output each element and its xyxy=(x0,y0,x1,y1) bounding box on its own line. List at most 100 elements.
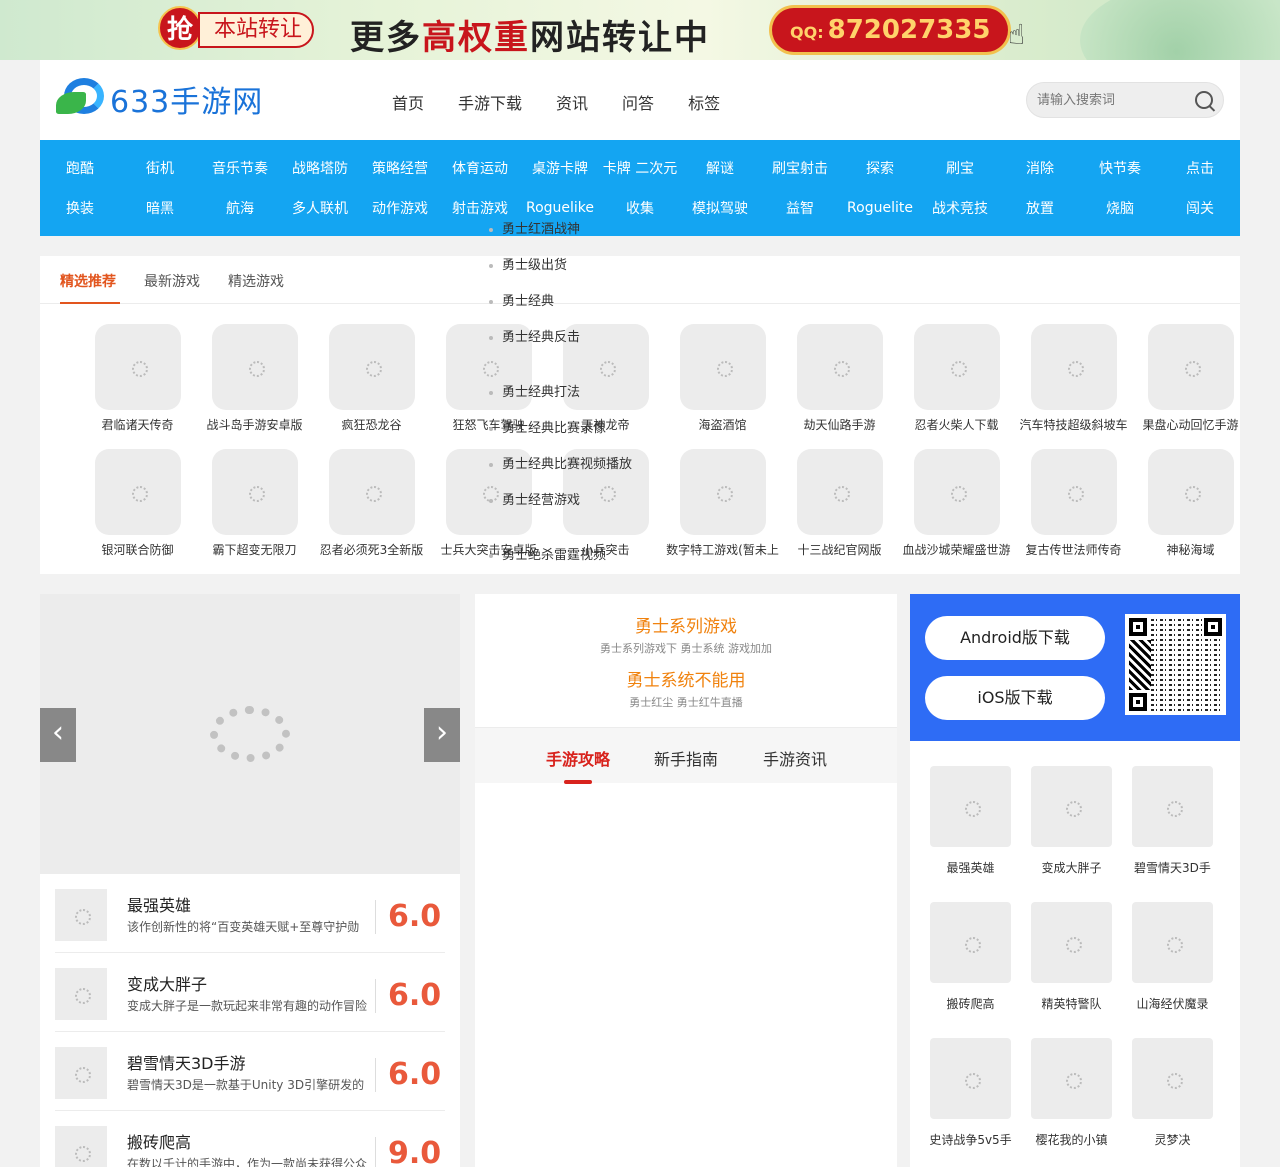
side-game-card[interactable]: 变成大胖子 xyxy=(1021,766,1122,876)
list-item[interactable]: 变成大胖子 变成大胖子是一款玩起来非常有趣的动作冒险 6.0 xyxy=(55,953,445,1032)
game-card[interactable]: 复古传世法师传奇 xyxy=(1015,449,1132,558)
category-link[interactable]: 换装 xyxy=(40,198,120,218)
main-nav: 首页 手游下载 资讯 问答 标签 xyxy=(392,90,754,114)
category-link[interactable]: Roguelite xyxy=(840,200,920,216)
game-card[interactable]: 海盗酒馆 xyxy=(664,324,781,433)
nav-news[interactable]: 资讯 xyxy=(556,90,588,114)
nav-qa[interactable]: 问答 xyxy=(622,90,654,114)
guide-link[interactable]: 勇士经营游戏 xyxy=(489,489,580,508)
game-card[interactable]: 君临诸天传奇 xyxy=(79,324,196,433)
guide-link[interactable]: 勇士经典比赛视频播放 xyxy=(489,453,632,472)
game-title[interactable]: 最强英雄 xyxy=(127,892,191,916)
game-card[interactable]: 十三战纪官网版 xyxy=(781,449,898,558)
game-card[interactable]: 战斗岛手游安卓版 xyxy=(196,324,313,433)
tab-selected[interactable]: 精选游戏 xyxy=(228,271,284,291)
category-link[interactable]: 体育运动 xyxy=(440,158,520,178)
guide-link[interactable]: 勇士经典反击 xyxy=(489,326,580,345)
side-game-card[interactable]: 史诗战争5v5手 xyxy=(920,1038,1021,1148)
list-item[interactable]: 搬砖爬高 在数以千计的手游中，作为一款尚未获得公众 9.0 xyxy=(55,1111,445,1167)
category-link[interactable]: 烧脑 xyxy=(1080,198,1160,218)
side-game-card[interactable]: 最强英雄 xyxy=(920,766,1021,876)
category-link[interactable]: 暗黑 xyxy=(120,198,200,218)
topic-title[interactable]: 勇士系统不能用 xyxy=(475,666,897,691)
ios-download-button[interactable]: iOS版下载 xyxy=(925,676,1105,720)
side-game-card[interactable]: 山海经伏魔录 xyxy=(1122,902,1223,1012)
guide-link[interactable]: 勇士级出货 xyxy=(489,254,567,273)
category-link[interactable]: 街机 xyxy=(120,158,200,178)
category-link[interactable]: 刷宝射击 xyxy=(760,158,840,178)
side-game-card[interactable]: 搬砖爬高 xyxy=(920,902,1021,1012)
banner-qq[interactable]: QQ: 872027335 xyxy=(772,8,1008,52)
list-item[interactable]: 碧雪情天3D手游 碧雪情天3D是一款基于Unity 3D引擎研发的 6.0 xyxy=(55,1032,445,1111)
side-game-card[interactable]: 精英特警队 xyxy=(1021,902,1122,1012)
category-link[interactable]: 放置 xyxy=(1000,198,1080,218)
guide-link[interactable]: 勇士经典比赛录像 xyxy=(489,417,606,436)
topic-subtitle[interactable]: 勇士系列游戏下 勇士系统 游戏加加 xyxy=(475,640,897,656)
game-card[interactable]: 汽车特技超级斜坡车 xyxy=(1015,324,1132,433)
category-link[interactable]: 策略经营 xyxy=(360,158,440,178)
category-link[interactable]: 探索 xyxy=(840,158,920,178)
game-card[interactable]: 疯狂恐龙谷 xyxy=(313,324,430,433)
category-link[interactable]: 刷宝 xyxy=(920,158,1000,178)
game-card[interactable]: 银河联合防御 xyxy=(79,449,196,558)
tab-latest[interactable]: 最新游戏 xyxy=(144,271,200,291)
game-card[interactable]: 忍者必须死3全新版 xyxy=(313,449,430,558)
side-game-card[interactable]: 樱花我的小镇 xyxy=(1021,1038,1122,1148)
game-title[interactable]: 搬砖爬高 xyxy=(127,1129,191,1153)
nav-home[interactable]: 首页 xyxy=(392,90,424,114)
category-link[interactable]: Roguelike xyxy=(520,200,600,216)
category-link[interactable]: 收集 xyxy=(600,198,680,218)
game-card[interactable]: 神秘海域 xyxy=(1132,449,1249,558)
category-link[interactable]: 闯关 xyxy=(1160,198,1240,218)
game-title[interactable]: 变成大胖子 xyxy=(127,971,207,995)
game-card[interactable]: 果盘心动回忆手游 xyxy=(1132,324,1249,433)
tab-guides[interactable]: 手游攻略 xyxy=(546,746,610,770)
category-link[interactable]: 点击 xyxy=(1160,158,1240,178)
category-link[interactable]: 解谜 xyxy=(680,158,760,178)
game-card[interactable]: 血战沙城荣耀盛世游 xyxy=(898,449,1015,558)
topic-title[interactable]: 勇士系列游戏 xyxy=(475,612,897,637)
side-game-card[interactable]: 灵梦决 xyxy=(1122,1038,1223,1148)
top-ad-banner[interactable]: 抢 本站转让 更多高权重网站转让中 QQ: 872027335 ☝ xyxy=(0,0,1280,60)
guide-link[interactable]: 勇士经典 xyxy=(489,290,554,309)
site-logo[interactable]: 633手游网 xyxy=(56,74,263,124)
game-icon xyxy=(1147,449,1234,535)
category-link[interactable]: 卡牌 二次元 xyxy=(600,158,680,178)
game-card[interactable]: 忍者火柴人下载 xyxy=(898,324,1015,433)
game-title[interactable]: 碧雪情天3D手游 xyxy=(127,1050,246,1074)
category-link[interactable]: 跑酷 xyxy=(40,158,120,178)
tab-featured[interactable]: 精选推荐 xyxy=(60,271,116,291)
slider-prev-button[interactable]: ‹ xyxy=(40,708,76,762)
list-item[interactable]: 最强英雄 该作创新性的将“百变英雄天赋+至尊守护勋 6.0 xyxy=(55,874,445,953)
category-link[interactable]: 航海 xyxy=(200,198,280,218)
game-icon xyxy=(1147,324,1234,410)
nav-downloads[interactable]: 手游下载 xyxy=(458,90,522,114)
guide-link[interactable]: 勇士红酒战神 xyxy=(489,218,580,237)
guide-link[interactable]: 勇士绝杀雷霆视频 xyxy=(489,544,606,563)
guide-link[interactable]: 勇士经典打法 xyxy=(489,381,580,400)
tab-game-news[interactable]: 手游资讯 xyxy=(763,746,827,770)
category-link[interactable]: 快节奏 xyxy=(1080,158,1160,178)
image-slider[interactable]: ‹ › xyxy=(40,594,460,874)
nav-tags[interactable]: 标签 xyxy=(688,90,720,114)
game-card[interactable]: 霸下超变无限刀 xyxy=(196,449,313,558)
category-link[interactable]: 益智 xyxy=(760,198,840,218)
category-link[interactable]: 桌游卡牌 xyxy=(520,158,600,178)
category-link[interactable]: 模拟驾驶 xyxy=(680,198,760,218)
search-icon[interactable] xyxy=(1195,91,1213,109)
category-link[interactable]: 动作游戏 xyxy=(360,198,440,218)
game-card[interactable]: 劫天仙路手游 xyxy=(781,324,898,433)
category-link[interactable]: 射击游戏 xyxy=(440,198,520,218)
slider-next-button[interactable]: › xyxy=(424,708,460,762)
category-link[interactable]: 多人联机 xyxy=(280,198,360,218)
category-link[interactable]: 消除 xyxy=(1000,158,1080,178)
category-link[interactable]: 音乐节奏 xyxy=(200,158,280,178)
category-link[interactable]: 战术竞技 xyxy=(920,198,1000,218)
category-link[interactable]: 战略塔防 xyxy=(280,158,360,178)
game-card[interactable]: 数字特工游戏(暂未上 xyxy=(664,449,781,558)
side-game-card[interactable]: 碧雪情天3D手 xyxy=(1122,766,1223,876)
android-download-button[interactable]: Android版下载 xyxy=(925,616,1105,660)
search-input[interactable] xyxy=(1027,83,1177,117)
topic-subtitle[interactable]: 勇士红尘 勇士红牛直播 xyxy=(475,694,897,710)
tab-beginner[interactable]: 新手指南 xyxy=(654,746,718,770)
